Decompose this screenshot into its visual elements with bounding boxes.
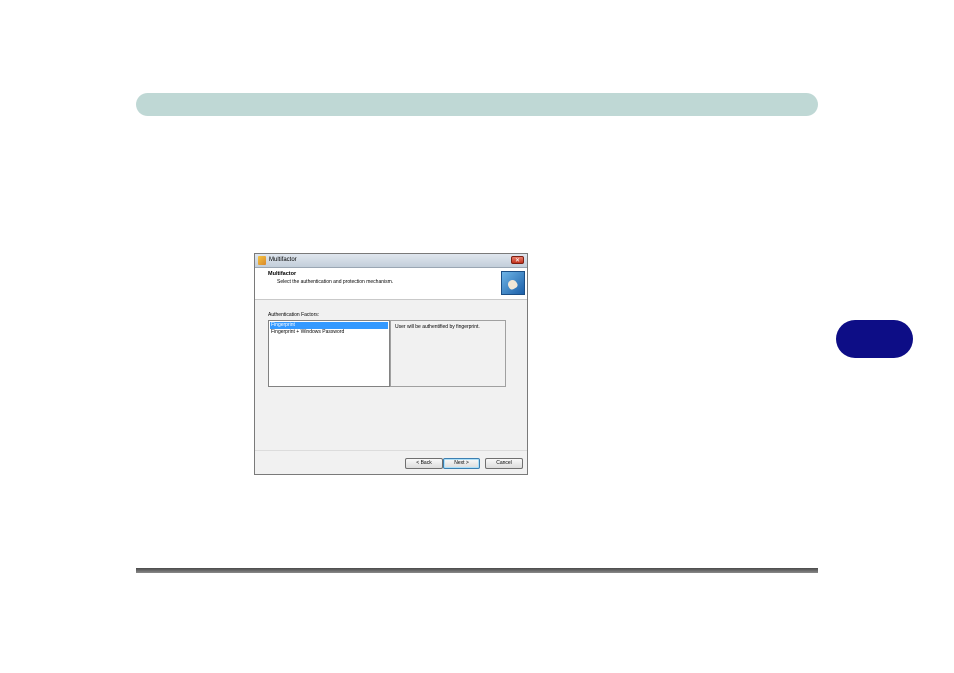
list-item-fingerprint[interactable]: Fingerprint [270, 322, 388, 329]
fingerprint-reader-icon [501, 271, 525, 295]
factor-description: User will be authentified by fingerprint… [395, 324, 480, 330]
back-button[interactable]: < Back [405, 458, 443, 469]
button-separator [255, 450, 527, 451]
list-item-fingerprint-windows-password[interactable]: Fingerprint + Windows Password [270, 329, 388, 336]
banner-subtitle: Select the authentication and protection… [277, 279, 394, 285]
dialog-banner: Multifactor Select the authentication an… [255, 268, 527, 300]
banner-title: Multifactor [268, 271, 297, 277]
multifactor-dialog: Multifactor ✕ Multifactor Select the aut… [254, 253, 528, 475]
next-button[interactable]: Next > [443, 458, 480, 469]
authentication-factors-list[interactable]: Fingerprint Fingerprint + Windows Passwo… [268, 320, 390, 387]
chapter-tab [836, 320, 913, 358]
close-button[interactable]: ✕ [511, 256, 524, 264]
cancel-button[interactable]: Cancel [485, 458, 523, 469]
footer-rule [136, 568, 818, 573]
app-icon [258, 256, 266, 265]
authentication-factors-label: Authentication Factors: [268, 312, 320, 318]
page-header-bar [136, 93, 818, 116]
factor-description-box: User will be authentified by fingerprint… [390, 320, 506, 387]
dialog-title: Multifactor [269, 257, 297, 263]
dialog-titlebar[interactable]: Multifactor ✕ [255, 254, 527, 268]
